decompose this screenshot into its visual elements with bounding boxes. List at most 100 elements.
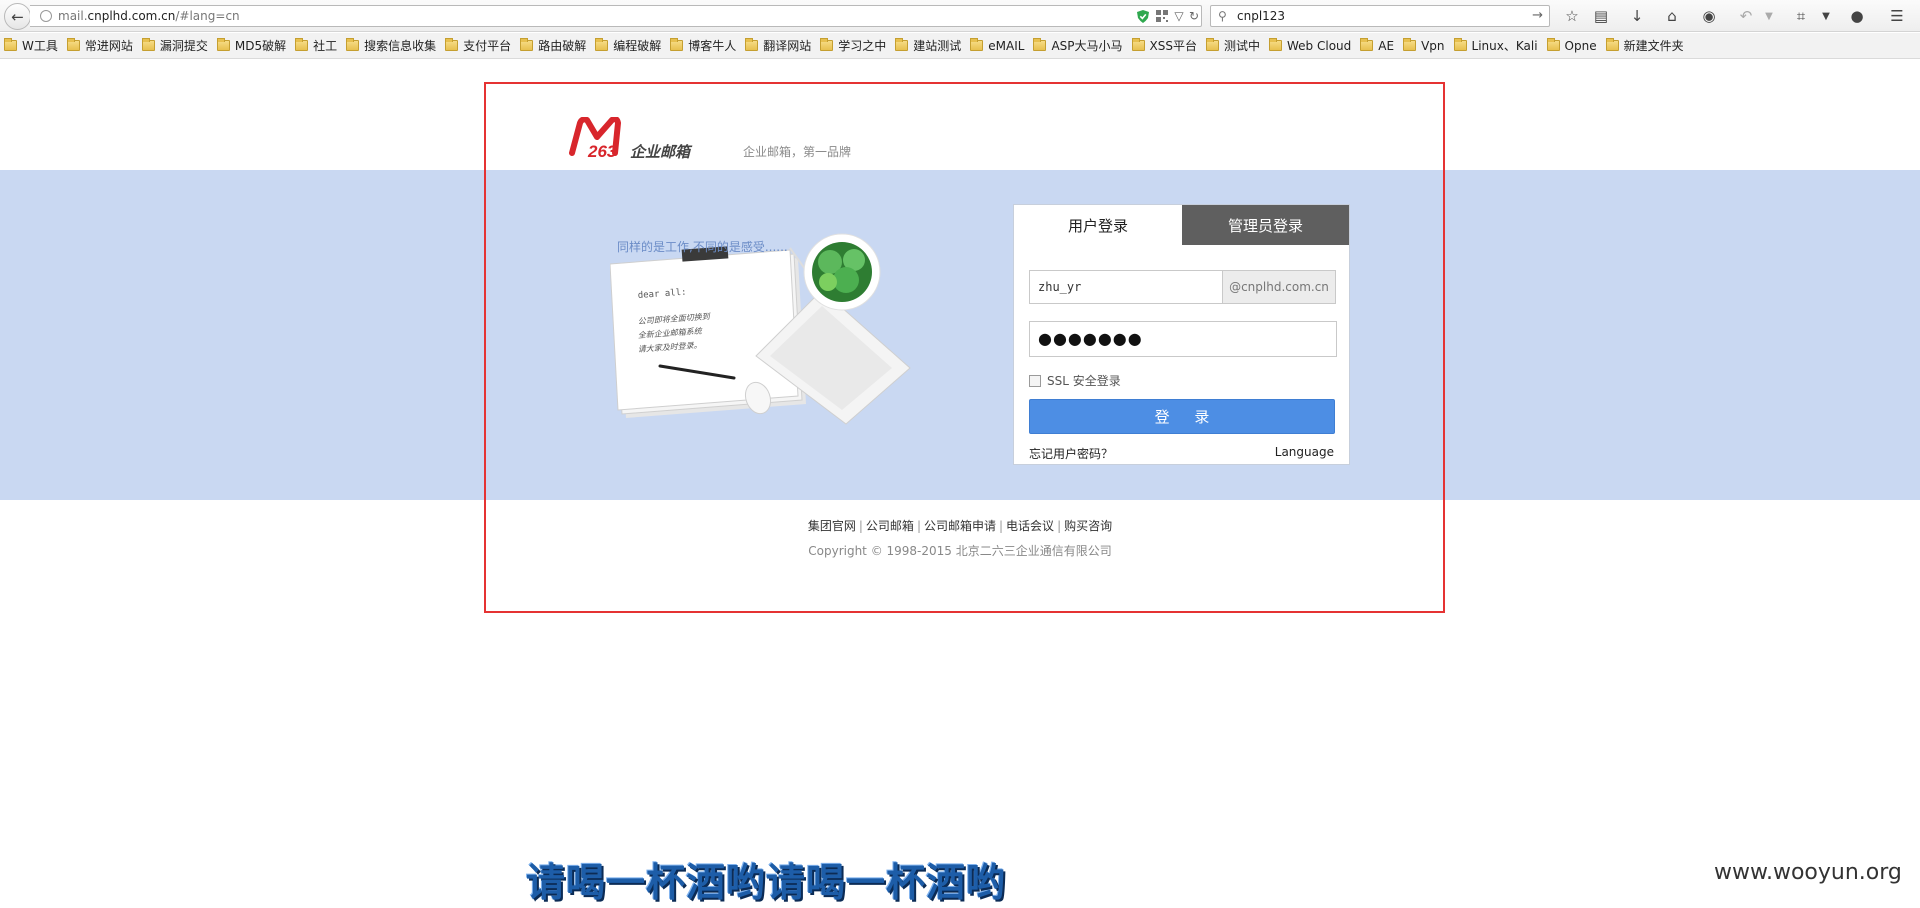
bookmark-label: Web Cloud [1287,38,1352,53]
bookmark-label: W工具 [22,39,58,53]
bookmark-item[interactable]: 新建文件夹 [1605,37,1684,54]
folder-icon [970,38,984,51]
folder-icon [4,38,17,51]
footer-links: 集团官网 | 公司邮箱 | 公司邮箱申请 | 电话会议 | 购买咨询 [0,517,1920,534]
bookmark-label: 漏洞提交 [159,39,208,53]
folder-icon [346,38,360,51]
folder-icon [1605,38,1619,51]
folder-icon [1131,38,1145,51]
bookmark-item[interactable]: XSS平台 [1131,37,1197,54]
bookmark-item[interactable]: 漏洞提交 [141,37,208,54]
folder-icon [66,38,80,51]
footer-link[interactable]: 购买咨询 [1064,519,1112,533]
home-icon[interactable]: ⌂ [1661,5,1683,27]
folder-icon [1403,38,1417,51]
bookmark-label: Vpn [1421,38,1445,53]
folder-icon [1033,38,1047,51]
bookmark-label: 路由破解 [538,39,587,53]
bookmark-item[interactable]: Linux、Kali [1453,37,1538,54]
bookmark-label: 学习之中 [838,39,887,53]
bookmark-item[interactable]: 建站测试 [895,37,961,54]
footer-link[interactable]: 公司邮箱申请 [924,519,996,533]
bookmark-item[interactable]: Vpn [1403,38,1445,53]
bookmark-item[interactable]: W工具 [4,37,58,54]
bookmarks-bar: W工具 常进网站 漏洞提交 MD5破解 社工 搜索信息收集 支付平台 路由破解 编程破解 博客牛人… [0,33,1920,59]
crop-dropdown-icon[interactable]: ▼ [1815,5,1837,27]
back-arrow-icon: ← [11,7,24,26]
reading-list-icon[interactable]: ▤ [1590,5,1612,27]
download-icon[interactable]: ↓ [1626,5,1648,27]
undo-icon[interactable]: ↶ [1735,5,1757,27]
search-icon: ⚲ [1218,9,1227,23]
bookmark-item[interactable]: Opne [1546,38,1597,53]
browser-toolbar: ← mail.cnplhd.com.cn/#lang=cn ▽ ↻ ⚲ cnpl… [0,0,1920,32]
bookmark-item[interactable]: 编程破解 [595,37,661,54]
overlay-caption: 请喝一杯酒哟请喝一杯酒哟 [526,861,1007,906]
speech-bubble-icon[interactable]: ● [1846,5,1868,27]
menu-icon[interactable]: ☰ [1886,5,1908,27]
folder-icon [895,38,909,51]
folder-icon [1269,38,1283,51]
chat-icon[interactable]: ◉ [1698,5,1720,27]
qr-code-icon[interactable] [1154,8,1170,24]
footer-link[interactable]: 电话会议 [1006,519,1054,533]
bookmark-item[interactable]: 搜索信息收集 [346,37,436,54]
bookmark-label: 建站测试 [913,39,962,53]
shield-icon[interactable] [1136,8,1150,24]
crop-icon[interactable]: ⌗ [1790,5,1812,27]
watermark: www.wooyun.org [1714,860,1902,885]
bookmark-item[interactable]: Web Cloud [1269,38,1352,53]
footer-separator: | [999,519,1004,533]
bookmark-label: MD5破解 [234,39,287,53]
undo-dropdown-icon[interactable]: ▼ [1758,5,1780,27]
search-input[interactable]: cnpl123 [1237,9,1285,23]
bookmark-item[interactable]: 博客牛人 [670,37,736,54]
folder-icon [745,38,759,51]
bookmark-label: 新建文件夹 [1623,39,1684,53]
back-button[interactable]: ← [4,3,31,30]
globe-icon [40,10,52,22]
folder-icon [1206,38,1219,51]
bookmark-label: XSS平台 [1149,39,1197,53]
bookmark-label: 支付平台 [463,39,512,53]
bookmark-label: 搜索信息收集 [364,39,437,53]
footer-separator: | [916,519,921,533]
bookmark-item[interactable]: MD5破解 [216,37,287,54]
bookmark-item[interactable]: 支付平台 [445,37,511,54]
bookmark-item[interactable]: 社工 [295,37,337,54]
footer-link[interactable]: 集团官网 [808,519,856,533]
footer-separator: | [858,519,863,533]
folder-icon [216,38,230,51]
search-go-icon[interactable]: → [1532,8,1543,23]
bookmark-label: AE [1378,38,1395,53]
footer-separator: | [1057,519,1062,533]
bookmark-item[interactable]: 路由破解 [520,37,586,54]
bookmark-label: 常进网站 [84,39,133,53]
bookmark-star-icon[interactable]: ☆ [1561,5,1583,27]
bookmark-label: eMAIL [988,38,1025,53]
bookmark-item[interactable]: 学习之中 [820,37,886,54]
reload-icon[interactable]: ↻ [1186,8,1202,24]
folder-icon [1360,38,1374,51]
bookmark-label: 社工 [313,39,338,53]
search-bar[interactable]: ⚲ cnpl123 → [1210,5,1550,27]
folder-icon [520,38,534,51]
bookmark-label: 测试中 [1224,39,1261,53]
footer-link[interactable]: 公司邮箱 [866,519,914,533]
bookmark-item[interactable]: 常进网站 [66,37,133,54]
folder-icon [1453,38,1467,51]
bookmark-label: ASP大马小马 [1051,39,1123,53]
bookmark-label: 翻译网站 [763,39,812,53]
bookmark-item[interactable]: 翻译网站 [745,37,811,54]
folder-icon [445,38,459,51]
folder-icon [670,38,684,51]
bookmark-item[interactable]: eMAIL [970,38,1025,53]
bookmark-item[interactable]: 测试中 [1206,37,1260,54]
bookmark-item[interactable]: AE [1360,38,1395,53]
bookmark-item[interactable]: ASP大马小马 [1033,37,1123,54]
url-bar[interactable]: mail.cnplhd.com.cn/#lang=cn ▽ ↻ [30,5,1202,27]
folder-icon [595,38,609,51]
dropdown-icon[interactable]: ▽ [1172,8,1186,24]
folder-icon [141,38,155,51]
folder-icon [1546,38,1560,51]
